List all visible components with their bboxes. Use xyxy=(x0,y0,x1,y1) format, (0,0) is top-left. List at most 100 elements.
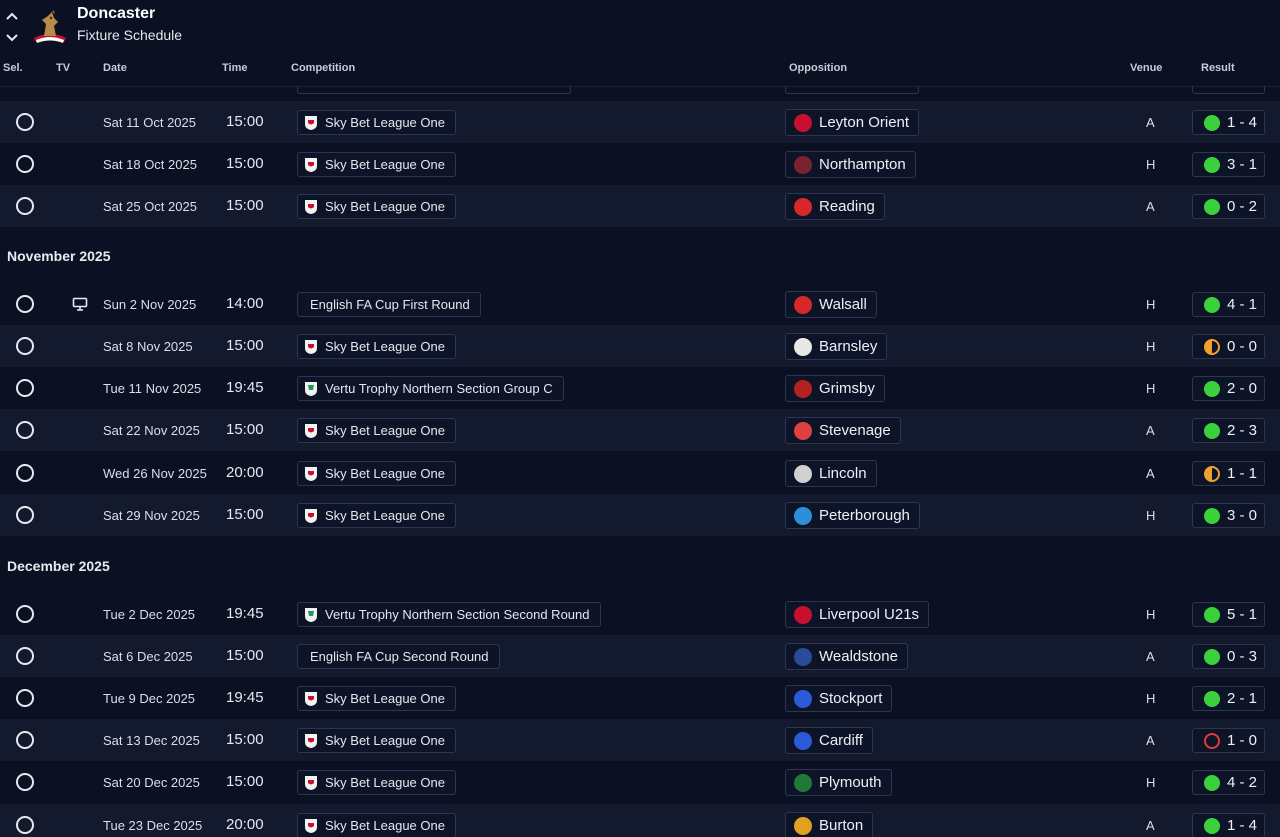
table-row[interactable]: Sat 20 Dec 2025 15:00 Sky Bet League One Pl… xyxy=(0,761,1280,803)
result-badge[interactable]: 2 - 1 xyxy=(1192,686,1265,711)
column-header-sel[interactable]: Sel. xyxy=(3,62,23,74)
select-radio[interactable] xyxy=(16,464,34,482)
table-row[interactable]: Sun 2 Nov 2025 14:00 English FA Cup First … xyxy=(0,283,1280,325)
select-radio[interactable] xyxy=(16,731,34,749)
fixture-venue: H xyxy=(1146,381,1156,396)
month-header-december: December 2025 xyxy=(7,558,110,574)
table-row[interactable]: Tue 23 Dec 2025 20:00 Sky Bet League One Bu… xyxy=(0,804,1280,837)
opposition-link[interactable]: Peterborough xyxy=(785,502,920,529)
result-badge[interactable]: 3 - 1 xyxy=(1192,152,1265,177)
select-radio[interactable] xyxy=(16,506,34,524)
competition-link[interactable]: Sky Bet League One xyxy=(297,686,456,711)
result-badge[interactable]: 2 - 0 xyxy=(1192,376,1265,401)
select-radio[interactable] xyxy=(16,379,34,397)
table-row[interactable]: Tue 9 Dec 2025 19:45 Sky Bet League One Sto… xyxy=(0,677,1280,719)
competition-link[interactable]: Vertu Trophy Northern Section Second Rou… xyxy=(297,602,601,627)
fixture-venue: H xyxy=(1146,297,1156,312)
opposition-link[interactable]: Reading xyxy=(785,193,885,220)
column-header-tv[interactable]: TV xyxy=(56,62,70,74)
competition-link[interactable]: Sky Bet League One xyxy=(297,461,456,486)
result-score: 1 - 0 xyxy=(1227,732,1258,749)
select-radio[interactable] xyxy=(16,647,34,665)
trophy-icon xyxy=(305,607,317,622)
result-badge[interactable]: 0 - 3 xyxy=(1192,644,1265,669)
select-radio[interactable] xyxy=(16,421,34,439)
column-header-time[interactable]: Time xyxy=(222,62,247,74)
opposition-link[interactable]: Walsall xyxy=(785,291,877,318)
opposition-link[interactable]: Lincoln xyxy=(785,460,877,487)
opposition-crest-icon xyxy=(794,689,812,708)
fixture-time: 15:00 xyxy=(226,197,264,214)
opposition-link[interactable]: Barnsley xyxy=(785,333,888,360)
result-badge[interactable]: 5 - 1 xyxy=(1192,602,1265,627)
table-row[interactable]: Tue 11 Nov 2025 19:45 Vertu Trophy Norther… xyxy=(0,367,1280,409)
competition-link[interactable]: Vertu Trophy Northern Section Group C xyxy=(297,376,564,401)
result-badge[interactable]: 1 - 4 xyxy=(1192,110,1265,135)
select-radio[interactable] xyxy=(16,113,34,131)
select-radio[interactable] xyxy=(16,295,34,313)
table-row[interactable]: Tue 2 Dec 2025 19:45 Vertu Trophy Northern… xyxy=(0,593,1280,635)
result-badge[interactable]: 1 - 1 xyxy=(1192,461,1265,486)
competition-link[interactable]: Sky Bet League One xyxy=(297,770,456,795)
nav-arrows xyxy=(4,6,22,48)
competition-link[interactable]: English FA Cup First Round xyxy=(297,292,481,317)
table-row[interactable]: Sat 22 Nov 2025 15:00 Sky Bet League One St… xyxy=(0,409,1280,451)
result-badge[interactable]: 3 - 0 xyxy=(1192,503,1265,528)
result-badge[interactable]: 0 - 2 xyxy=(1192,194,1265,219)
team-name[interactable]: Doncaster xyxy=(77,5,155,23)
month-header-november: November 2025 xyxy=(7,248,111,264)
chevron-up-icon[interactable] xyxy=(4,8,20,24)
table-row[interactable]: Sat 25 Oct 2025 15:00 Sky Bet League One Re… xyxy=(0,185,1280,227)
competition-link[interactable]: Sky Bet League One xyxy=(297,813,456,837)
select-radio[interactable] xyxy=(16,816,34,834)
select-radio[interactable] xyxy=(16,605,34,623)
table-row[interactable]: Sat 13 Dec 2025 15:00 Sky Bet League One Ca… xyxy=(0,719,1280,761)
opposition-link[interactable]: Stockport xyxy=(785,685,893,712)
column-header-competition[interactable]: Competition xyxy=(291,62,355,74)
column-header-venue[interactable]: Venue xyxy=(1130,62,1162,74)
competition-link[interactable]: Sky Bet League One xyxy=(297,110,456,135)
result-badge[interactable]: 4 - 1 xyxy=(1192,292,1265,317)
column-header-result[interactable]: Result xyxy=(1201,62,1235,74)
table-row[interactable]: Sat 11 Oct 2025 15:00 Sky Bet League One Le… xyxy=(0,101,1280,143)
select-radio[interactable] xyxy=(16,337,34,355)
select-radio[interactable] xyxy=(16,773,34,791)
opposition-link[interactable]: Stevenage xyxy=(785,417,901,444)
select-radio[interactable] xyxy=(16,155,34,173)
competition-link[interactable]: Sky Bet League One xyxy=(297,728,456,753)
chevron-down-icon[interactable] xyxy=(4,30,20,46)
opposition-crest-icon xyxy=(794,605,812,624)
table-row[interactable]: Wed 26 Nov 2025 20:00 Sky Bet League One Li… xyxy=(0,452,1280,494)
competition-link[interactable]: Sky Bet League One xyxy=(297,334,456,359)
table-row[interactable]: Sat 8 Nov 2025 15:00 Sky Bet League One Bar… xyxy=(0,325,1280,367)
table-row[interactable]: Sat 18 Oct 2025 15:00 Sky Bet League One No… xyxy=(0,143,1280,185)
result-badge[interactable]: 4 - 2 xyxy=(1192,770,1265,795)
competition-label: Sky Bet League One xyxy=(325,466,445,481)
opposition-link[interactable]: Liverpool U21s xyxy=(785,601,930,628)
opposition-link[interactable]: Burton xyxy=(785,812,874,837)
opposition-link[interactable]: Leyton Orient xyxy=(785,109,920,136)
result-badge[interactable]: 1 - 4 xyxy=(1192,813,1265,837)
result-badge[interactable]: 0 - 0 xyxy=(1192,334,1265,359)
select-radio[interactable] xyxy=(16,197,34,215)
opposition-link[interactable]: Wealdstone xyxy=(785,643,908,670)
competition-link[interactable]: Sky Bet League One xyxy=(297,418,456,443)
opposition-label: Northampton xyxy=(819,156,906,173)
select-radio[interactable] xyxy=(16,689,34,707)
column-header-date[interactable]: Date xyxy=(103,62,127,74)
opposition-link[interactable]: Grimsby xyxy=(785,375,885,402)
table-row[interactable]: Sat 29 Nov 2025 15:00 Sky Bet League One Pe… xyxy=(0,494,1280,536)
result-badge[interactable]: 1 - 0 xyxy=(1192,728,1265,753)
competition-link[interactable]: Sky Bet League One xyxy=(297,503,456,528)
result-score: 2 - 1 xyxy=(1227,690,1258,707)
competition-link[interactable]: English FA Cup Second Round xyxy=(297,644,500,669)
opposition-link[interactable]: Plymouth xyxy=(785,769,892,796)
competition-link[interactable]: Sky Bet League One xyxy=(297,194,456,219)
competition-link[interactable]: Sky Bet League One xyxy=(297,152,456,177)
fixture-time: 19:45 xyxy=(226,605,264,622)
result-badge[interactable]: 2 - 3 xyxy=(1192,418,1265,443)
table-row[interactable]: Sat 6 Dec 2025 15:00 English FA Cup Second… xyxy=(0,635,1280,677)
opposition-link[interactable]: Cardiff xyxy=(785,727,873,754)
opposition-link[interactable]: Northampton xyxy=(785,151,916,178)
column-header-opposition[interactable]: Opposition xyxy=(789,62,847,74)
